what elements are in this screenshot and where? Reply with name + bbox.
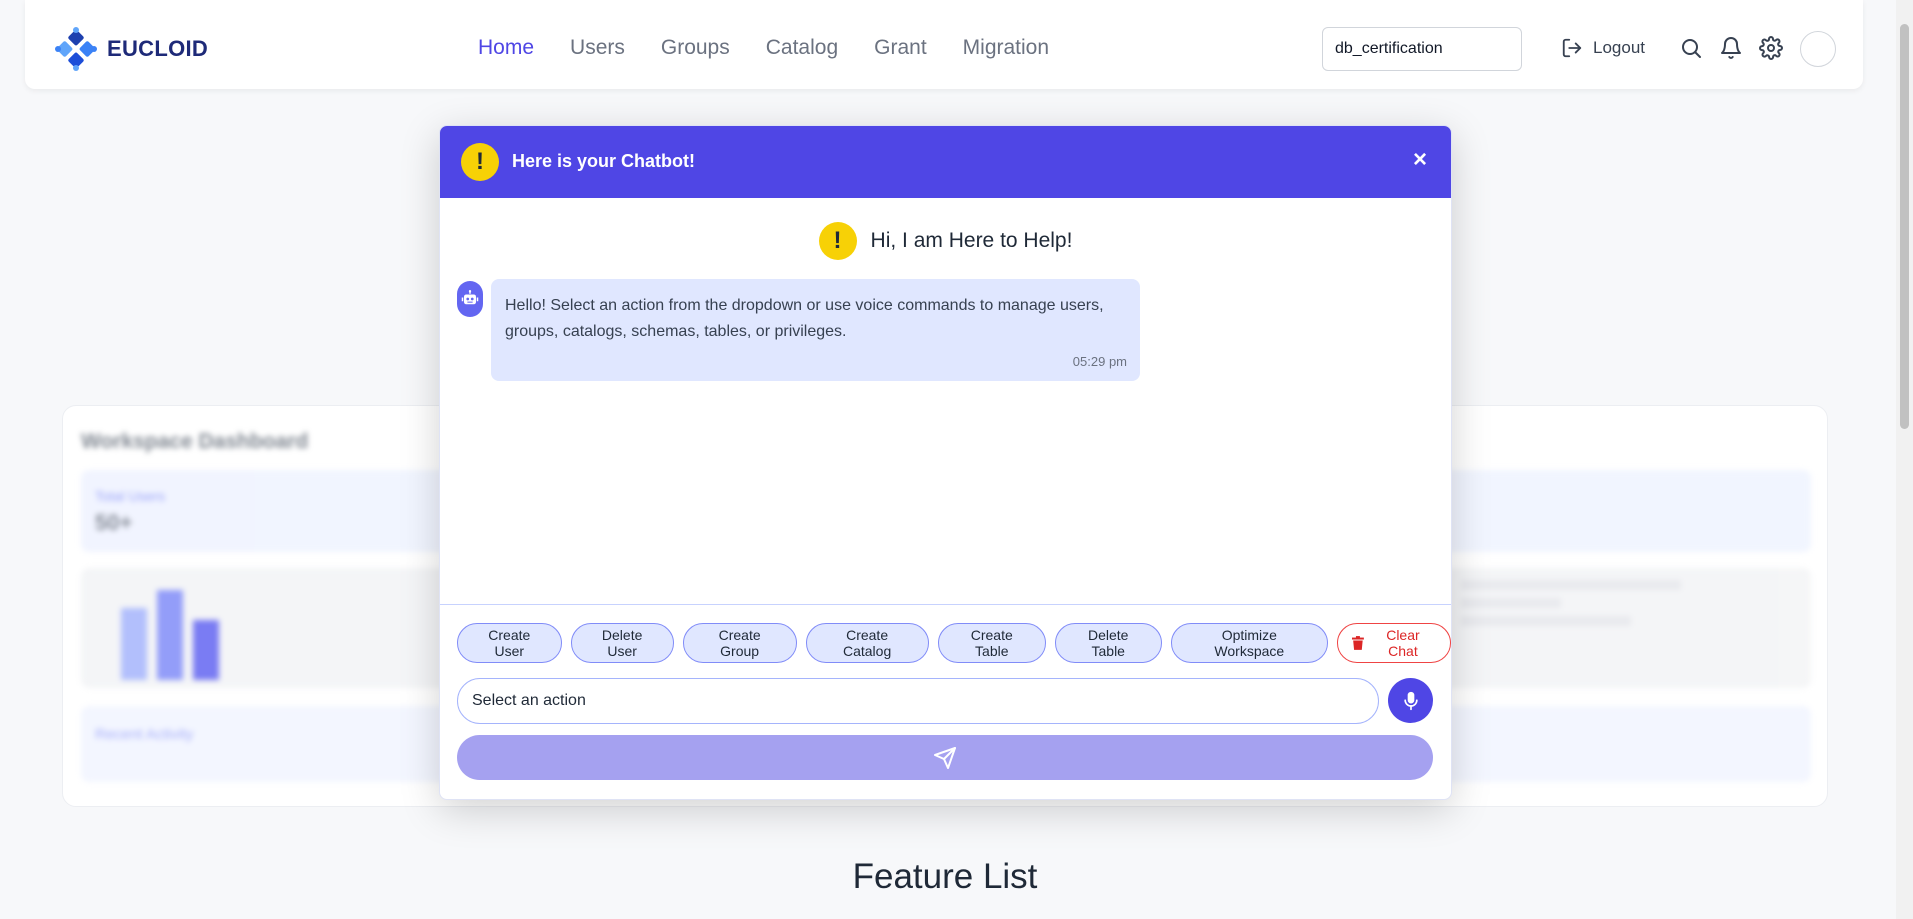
create-group-button[interactable]: Create Group [682,623,797,663]
nav-migration[interactable]: Migration [963,36,1049,60]
brand-logo[interactable]: EUCLOID [53,26,208,72]
chatbot-greeting: ! Hi, I am Here to Help! [440,222,1451,260]
microphone-icon [1403,691,1418,710]
delete-table-button[interactable]: Delete Table [1054,623,1162,663]
brand-name: EUCLOID [107,36,209,61]
create-user-button[interactable]: Create User [457,623,562,663]
alert-icon: ! [818,222,857,260]
action-select[interactable]: Select an action [457,678,1379,724]
nav-grant[interactable]: Grant [874,36,927,60]
chatbot-title: Here is your Chatbot! [512,151,696,171]
clear-chat-button[interactable]: Clear Chat [1337,623,1451,663]
euclid-logo-icon [55,27,97,71]
chatbot-header: ! Here is your Chatbot! × [440,126,1451,198]
quick-actions: Create User Delete User Create Group Cre… [457,623,1451,663]
stat-label: Total Users [95,488,166,504]
create-catalog-button[interactable]: Create Catalog [805,623,929,663]
logout-button[interactable]: Logout [1561,37,1645,59]
nav-groups[interactable]: Groups [661,36,730,60]
gear-icon[interactable] [1759,36,1783,60]
close-button[interactable]: × [1413,148,1427,172]
greeting-text: Hi, I am Here to Help! [870,229,1073,252]
bot-message-bubble: Hello! Select an action from the dropdow… [491,279,1140,381]
bot-message-text: Hello! Select an action from the dropdow… [505,297,1104,340]
action-select-value: Select an action [472,692,586,709]
optimize-workspace-button[interactable]: Optimize Workspace [1170,623,1329,663]
chart-bar [121,608,147,680]
bot-avatar [457,281,483,317]
nav-users[interactable]: Users [570,36,625,60]
logout-icon [1562,38,1582,58]
page-scrollbar[interactable] [1896,0,1913,919]
trash-icon [1352,636,1364,650]
search-icon[interactable] [1679,36,1703,60]
send-icon [934,746,956,769]
chart-bar [157,590,183,680]
send-button[interactable] [457,735,1433,780]
chart-bar [193,620,219,680]
delete-user-button[interactable]: Delete User [570,623,674,663]
workspace-input[interactable] [1322,27,1522,71]
create-table-button[interactable]: Create Table [937,623,1046,663]
nav-catalog[interactable]: Catalog [766,36,838,60]
recent-activity-label: Recent Activity [95,726,194,743]
chatbot-modal: ! Here is your Chatbot! × ! Hi, I am Her… [439,125,1452,800]
feature-list-title: Feature List [852,857,1038,896]
alert-icon: ! [461,143,499,181]
mic-button[interactable] [1388,678,1433,723]
clear-chat-label: Clear Chat [1386,627,1420,659]
user-avatar[interactable] [1800,31,1836,67]
chart-line-placeholder [1461,580,1681,590]
robot-icon [461,290,479,305]
message-timestamp: 05:29 pm [1072,354,1127,369]
logout-label: Logout [1593,38,1645,57]
bell-icon[interactable] [1719,36,1743,60]
nav-home[interactable]: Home [478,36,534,60]
main-nav: Home Users Groups Catalog Grant Migratio… [478,36,1049,60]
scrollbar-thumb[interactable] [1900,24,1909,429]
top-navbar: EUCLOID Home Users Groups Catalog Grant … [25,0,1863,89]
chart-line-placeholder [1461,598,1561,608]
chat-divider [440,604,1451,605]
dashboard-title: Workspace Dashboard [81,430,309,453]
chart-line-placeholder [1461,616,1631,626]
stat-value: 50+ [95,510,133,535]
